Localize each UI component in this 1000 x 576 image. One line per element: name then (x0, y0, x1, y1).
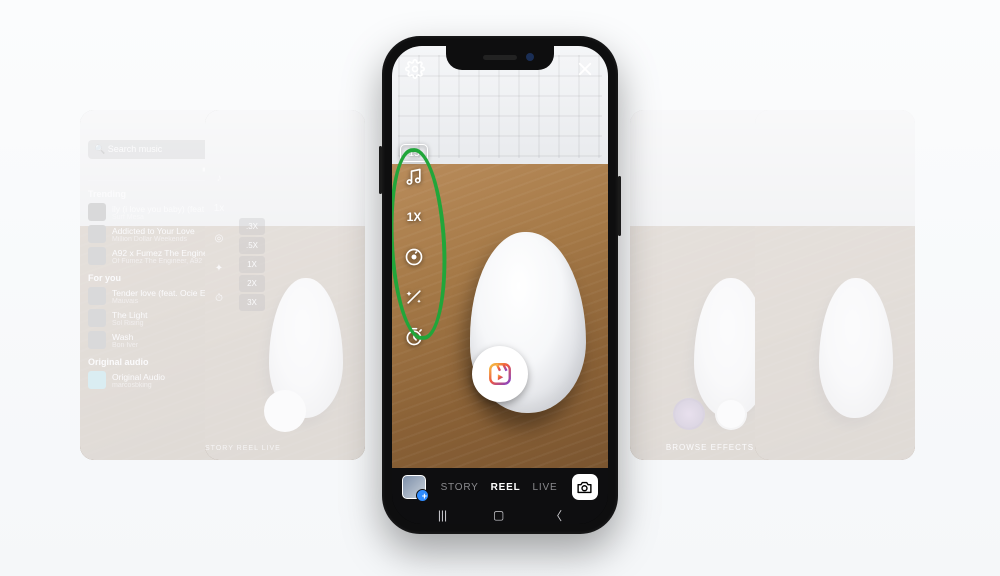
mode-selector[interactable]: STORY REEL LIVE (441, 482, 558, 493)
reels-icon (487, 361, 513, 387)
nav-recent-icon[interactable]: ||| (438, 508, 447, 522)
bg-screen-timer: Timer Countdown 3 s Drag to change the c… (755, 110, 915, 460)
mode-live[interactable]: LIVE (533, 482, 558, 493)
bg-screen-speed: ♪1x◎✦⏱ .3X .5X 1X 2X 3X STORY REEL LIVE (205, 110, 365, 460)
camera-viewfinder[interactable]: 15 1X (392, 46, 608, 468)
close-icon[interactable] (574, 58, 596, 80)
phone-screen: 15 1X (392, 46, 608, 524)
android-nav-bar: ||| ▢ 〈 (392, 506, 608, 524)
phone-frame: 15 1X (382, 36, 618, 534)
mode-story[interactable]: STORY (441, 482, 479, 493)
phone-notch (446, 46, 554, 70)
mode-reel[interactable]: REEL (491, 482, 521, 493)
gallery-button[interactable] (402, 475, 426, 499)
capture-button[interactable] (472, 346, 528, 402)
nav-home-icon[interactable]: ▢ (493, 508, 504, 522)
bottom-bar: STORY REEL LIVE ||| ▢ 〈 (392, 468, 608, 524)
camera-switch-button[interactable] (572, 474, 598, 500)
settings-icon[interactable] (404, 58, 426, 80)
nav-back-icon[interactable]: 〈 (550, 507, 562, 524)
